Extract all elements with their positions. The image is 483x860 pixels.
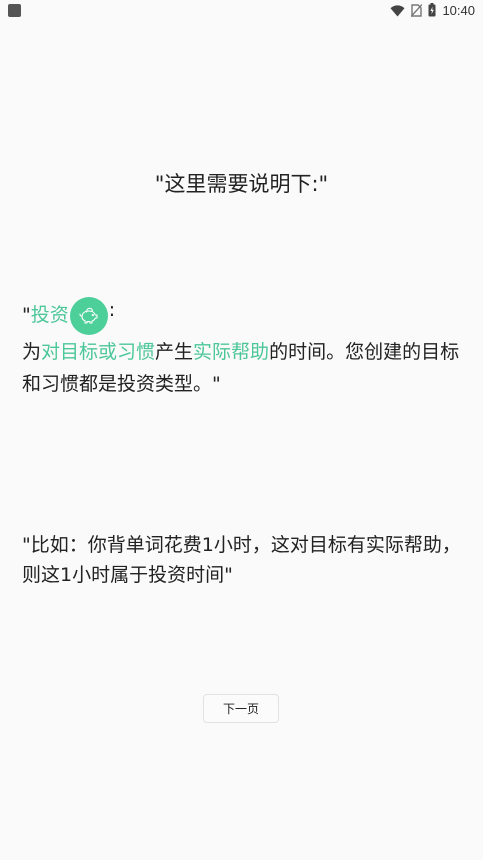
status-bar: 10:40	[0, 0, 483, 22]
piggy-bank-icon	[79, 307, 98, 324]
invest-explanation: " 投资 : 为对目标或习惯产生实际帮助的时间。您创建的目标和习惯都是投资类型。…	[22, 297, 472, 400]
invest-title-line: " 投资 :	[22, 297, 472, 335]
wifi-icon	[390, 2, 405, 21]
invest-description: 为对目标或习惯产生实际帮助的时间。您创建的目标和习惯都是投资类型。"	[22, 336, 472, 400]
invest-colon: :	[108, 299, 116, 321]
desc-middle: 产生	[155, 341, 194, 363]
highlight-actual-help: 实际帮助	[193, 341, 270, 363]
next-page-button[interactable]: 下一页	[203, 694, 279, 723]
status-time: 10:40	[442, 3, 475, 18]
invest-title: 投资	[30, 304, 69, 326]
example-text: "比如：你背单词花费1小时，这对目标有实际帮助，则这1小时属于投资时间"	[22, 534, 461, 586]
highlight-goal-habit: 对目标或习惯	[41, 341, 156, 363]
desc-prefix: 为	[22, 341, 42, 363]
quote-open: "	[22, 304, 31, 326]
page-title: "这里需要说明下:"	[154, 172, 329, 196]
invest-badge	[69, 297, 108, 335]
status-icons: 10:40	[390, 2, 475, 20]
no-sim-icon	[410, 2, 423, 21]
battery-icon	[428, 2, 436, 21]
app-notification-icon	[8, 4, 21, 17]
